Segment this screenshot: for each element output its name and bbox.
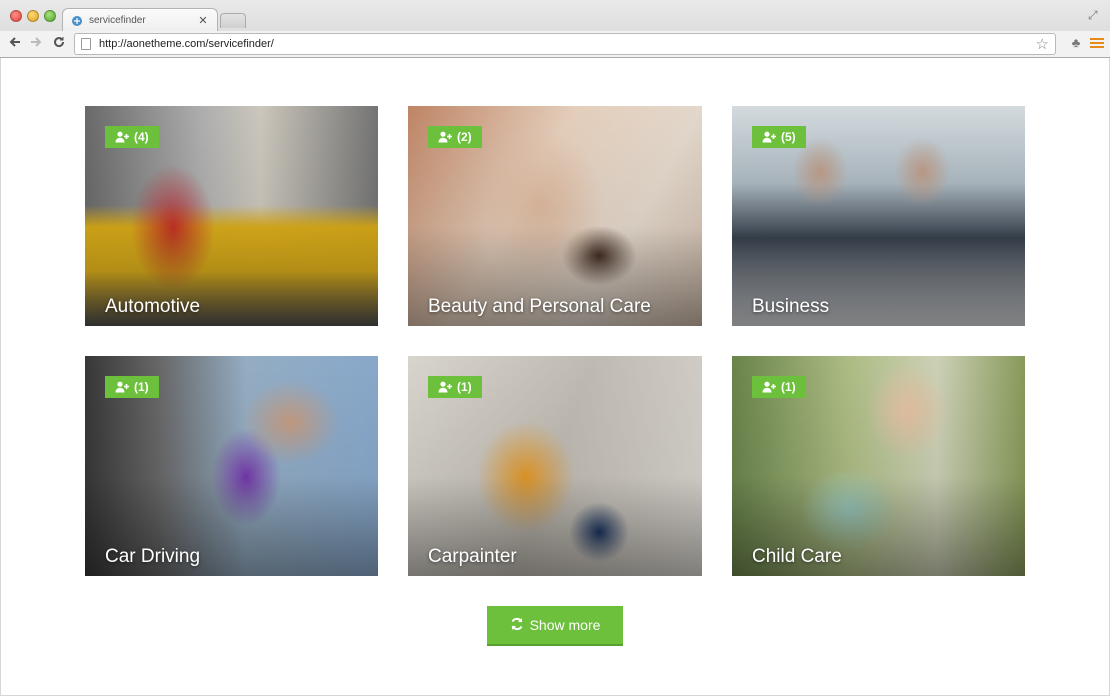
show-more-button[interactable]: Show more: [487, 606, 623, 646]
category-title: Business: [752, 296, 830, 317]
user-plus-icon: [438, 131, 452, 143]
category-card[interactable]: (1) Car Driving: [85, 356, 378, 576]
provider-count: (2): [457, 130, 472, 144]
user-plus-icon: [438, 381, 452, 393]
user-plus-icon: [762, 131, 776, 143]
category-title: Child Care: [752, 546, 842, 567]
maximize-window-button[interactable]: [44, 10, 56, 22]
category-title: Car Driving: [105, 546, 201, 567]
provider-count-badge: (2): [428, 126, 482, 148]
provider-count: (1): [134, 380, 149, 394]
address-bar[interactable]: http://aonetheme.com/servicefinder/ ☆: [74, 33, 1056, 55]
browser-tab[interactable]: servicefinder ✕: [62, 8, 218, 32]
provider-count-badge: (1): [105, 376, 159, 398]
category-card[interactable]: (4) Automotive: [85, 106, 378, 326]
category-card[interactable]: (1) Carpainter: [408, 356, 702, 576]
provider-count-badge: (5): [752, 126, 806, 148]
user-plus-icon: [115, 131, 129, 143]
refresh-icon: [510, 617, 524, 634]
new-tab-button[interactable]: [220, 13, 246, 28]
page-icon: [81, 38, 91, 50]
favicon-icon: [71, 15, 83, 27]
forward-button[interactable]: [27, 35, 45, 53]
page-content: (4) Automotive (2) Beauty and Personal Care…: [0, 58, 1110, 696]
toolbar: http://aonetheme.com/servicefinder/ ☆ ♣: [0, 31, 1110, 57]
provider-count: (1): [457, 380, 472, 394]
provider-count-badge: (1): [428, 376, 482, 398]
fullscreen-icon[interactable]: ⤢: [1088, 8, 1102, 22]
tab-title: servicefinder: [89, 15, 146, 26]
show-more-label: Show more: [529, 617, 601, 633]
provider-count: (5): [781, 130, 796, 144]
reload-button[interactable]: [50, 35, 68, 53]
category-title: Carpainter: [428, 546, 517, 567]
minimize-window-button[interactable]: [27, 10, 39, 22]
category-title: Automotive: [105, 296, 201, 317]
browser-chrome: servicefinder ✕ ⤢ http://aonetheme.com/s…: [0, 0, 1110, 58]
provider-count: (1): [781, 380, 796, 394]
category-grid: (4) Automotive (2) Beauty and Personal Care…: [85, 106, 1025, 576]
category-title: Beauty and Personal Care: [428, 296, 651, 317]
provider-count: (4): [134, 130, 149, 144]
provider-count-badge: (4): [105, 126, 159, 148]
category-card[interactable]: (2) Beauty and Personal Care: [408, 106, 702, 326]
bookmark-star-icon[interactable]: ☆: [1036, 35, 1049, 53]
extension-icon[interactable]: ♣: [1068, 35, 1084, 51]
close-tab-icon[interactable]: ✕: [197, 14, 209, 27]
provider-count-badge: (1): [752, 376, 806, 398]
category-card[interactable]: (5) Business: [732, 106, 1025, 326]
close-window-button[interactable]: [10, 10, 22, 22]
url-text: http://aonetheme.com/servicefinder/: [99, 38, 274, 50]
user-plus-icon: [115, 381, 129, 393]
window-controls: [10, 10, 56, 22]
menu-icon[interactable]: [1090, 36, 1104, 50]
back-button[interactable]: [6, 35, 24, 53]
category-card[interactable]: (1) Child Care: [732, 356, 1025, 576]
user-plus-icon: [762, 381, 776, 393]
